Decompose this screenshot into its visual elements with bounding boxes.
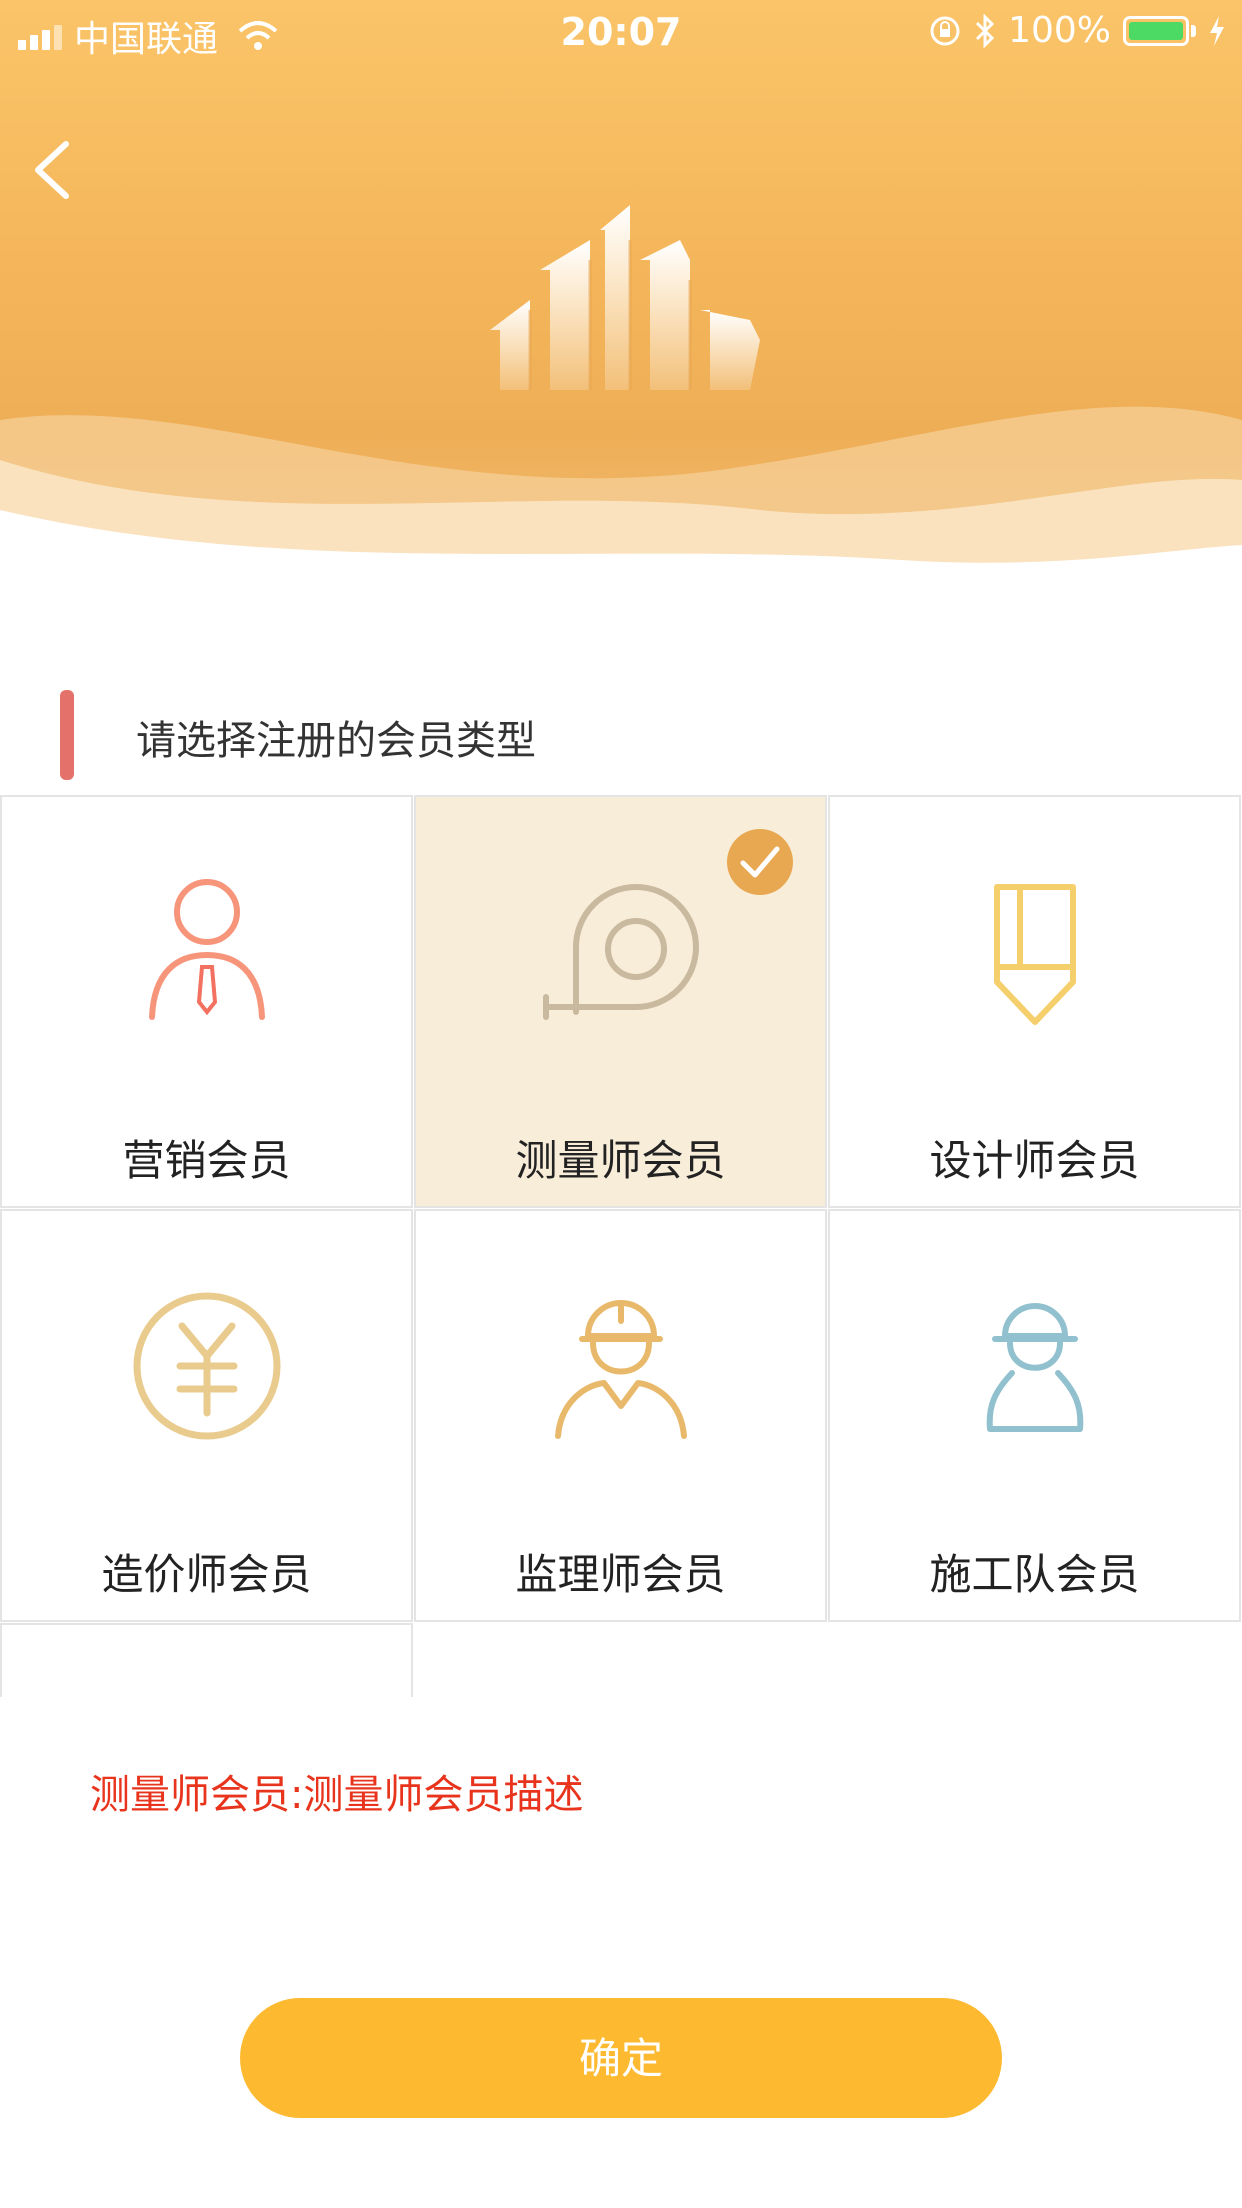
member-option-designer[interactable]: 设计师会员: [828, 795, 1241, 1208]
member-option-construction-team[interactable]: 施工队会员: [828, 1209, 1241, 1622]
bluetooth-icon: [976, 13, 995, 48]
member-option-sales[interactable]: 营销会员: [0, 795, 413, 1208]
member-option-label: 监理师会员: [515, 1550, 726, 1599]
member-option-surveyor[interactable]: 测量师会员: [414, 795, 827, 1208]
supervisor-helmet-icon: [554, 1300, 687, 1439]
wave-decoration: [0, 406, 1242, 620]
section-title: 请选择注册的会员类型: [136, 718, 536, 764]
check-icon: [727, 829, 793, 895]
section-accent-bar: [60, 690, 74, 780]
member-option-label: 测量师会员: [515, 1136, 726, 1185]
construction-worker-icon: [986, 1303, 1083, 1432]
pencil-icon: [993, 884, 1076, 1025]
member-option-cost-engineer[interactable]: 造价师会员: [0, 1209, 413, 1622]
member-option-label: 营销会员: [122, 1136, 291, 1185]
member-description: 测量师会员:测量师会员描述: [90, 1772, 584, 1818]
battery-percent: 100%: [1008, 10, 1111, 51]
section-header: 请选择注册的会员类型: [0, 690, 1242, 790]
member-option-label: 造价师会员: [101, 1550, 312, 1599]
charging-icon: [1210, 15, 1224, 46]
confirm-button[interactable]: 确定: [240, 1998, 1002, 2118]
chevron-left-icon[interactable]: [22, 130, 82, 210]
member-option-partial[interactable]: [0, 1623, 413, 1697]
yuan-coin-icon: [133, 1292, 280, 1440]
salesman-icon: [148, 879, 265, 1020]
tape-measure-icon: [542, 884, 699, 1020]
member-option-label: 设计师会员: [929, 1136, 1140, 1185]
status-bar: 中国联通 20:07 100%: [0, 0, 1242, 62]
battery-icon: [1123, 15, 1189, 46]
buildings-icon: [490, 205, 760, 390]
member-option-supervisor[interactable]: 监理师会员: [414, 1209, 827, 1622]
member-option-label: 施工队会员: [929, 1550, 1140, 1599]
orientation-lock-icon: [930, 16, 960, 45]
